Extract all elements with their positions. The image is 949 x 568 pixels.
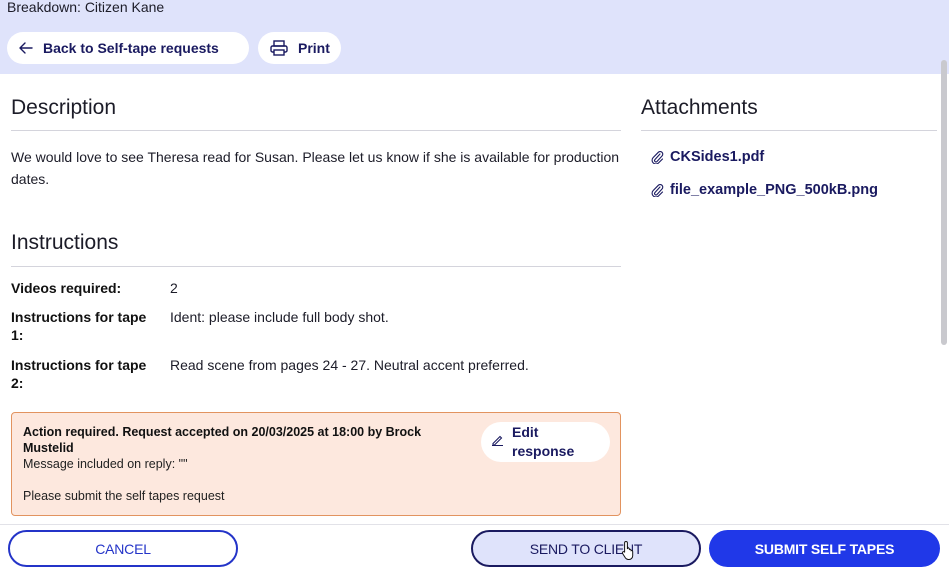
description-title: Description <box>11 96 117 119</box>
paperclip-icon <box>651 183 664 197</box>
submit-self-tapes-button[interactable]: SUBMIT SELF TAPES <box>709 530 940 567</box>
attachment-filename: CKSides1.pdf <box>670 149 765 165</box>
edit-response-button[interactable]: Edit response <box>481 422 610 462</box>
hand-cursor-icon <box>621 540 637 565</box>
scrollbar-thumb[interactable] <box>941 60 947 345</box>
breadcrumb: Breakdown: Citizen Kane <box>7 0 165 15</box>
instructions-title: Instructions <box>11 231 119 254</box>
attachment-filename: file_example_PNG_500kB.png <box>670 182 878 198</box>
info-value: Ident: please include full body shot. <box>170 309 389 325</box>
print-button-label: Print <box>298 40 330 56</box>
pencil-icon <box>491 433 504 451</box>
info-label: Instructions for tape 1: <box>11 309 147 343</box>
info-value: Read scene from pages 24 - 27. Neutral a… <box>170 357 529 373</box>
description-divider <box>11 130 621 131</box>
action-required-alert: Action required. Request accepted on 20/… <box>11 412 621 516</box>
footer-actions: CANCEL SEND TO CLIENT SUBMIT SELF TAPES <box>0 524 949 568</box>
attachment-link[interactable]: CKSides1.pdf <box>651 149 764 165</box>
print-button[interactable]: Print <box>258 32 341 64</box>
action-heading: Action required. Request accepted on 20/… <box>23 425 422 455</box>
attachment-link[interactable]: file_example_PNG_500kB.png <box>651 182 878 198</box>
printer-icon <box>270 40 288 56</box>
description-text: We would love to see Theresa read for Su… <box>11 149 620 187</box>
cancel-button[interactable]: CANCEL <box>8 530 238 567</box>
request-details: Description We would love to see Theresa… <box>0 74 949 524</box>
send-to-client-button[interactable]: SEND TO CLIENT <box>471 530 701 567</box>
action-note: Please submit the self tapes request <box>23 489 225 503</box>
attachments-title: Attachments <box>641 96 758 119</box>
info-label: Videos required: <box>11 280 122 296</box>
attachments-divider <box>641 130 937 131</box>
reply-message: Message included on reply: "" <box>23 457 188 471</box>
paperclip-icon <box>651 150 664 164</box>
edit-response-label: Edit response <box>512 424 575 459</box>
info-label: Instructions for tape 2: <box>11 357 147 391</box>
info-value: 2 <box>170 280 178 296</box>
back-button-label: Back to Self-tape requests <box>43 40 219 56</box>
back-to-requests-button[interactable]: Back to Self-tape requests <box>7 32 249 64</box>
instructions-divider <box>11 266 621 267</box>
page-header: Breakdown: Citizen Kane Back to Self-tap… <box>0 0 949 74</box>
arrow-left-icon <box>19 42 33 54</box>
